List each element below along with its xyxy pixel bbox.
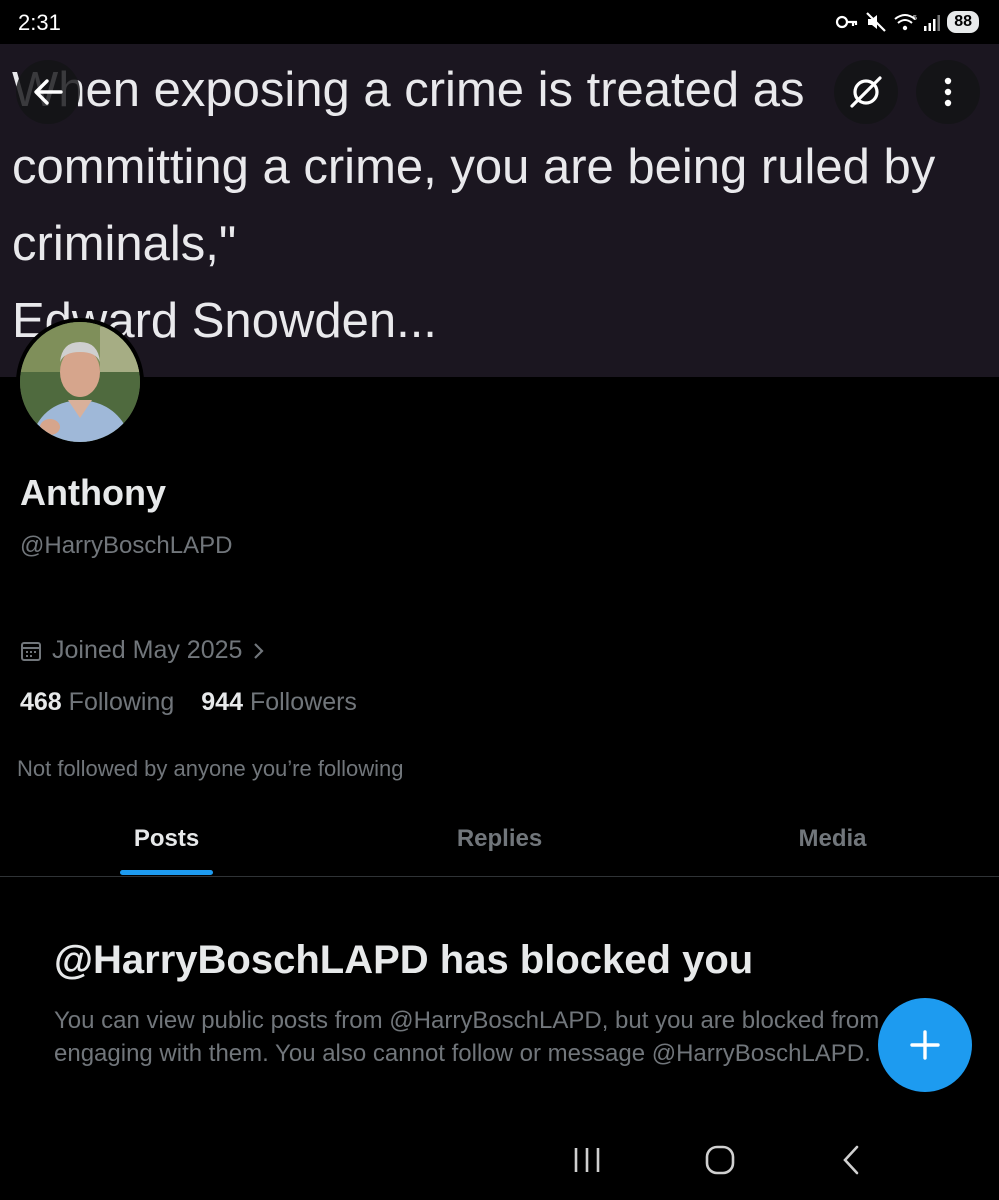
tab-media[interactable]: Media xyxy=(666,802,999,876)
plus-icon xyxy=(910,1030,940,1060)
following-link[interactable]: 468 Following xyxy=(20,688,174,717)
avatar-photo xyxy=(20,322,140,442)
vpn-key-icon xyxy=(836,15,858,29)
compose-button[interactable] xyxy=(878,998,972,1092)
followers-label: Followers xyxy=(249,688,357,716)
chevron-right-icon xyxy=(254,642,264,659)
grok-icon xyxy=(850,76,882,108)
back-button[interactable] xyxy=(16,60,80,124)
status-bar: 2:31 5 88 xyxy=(0,0,999,44)
joined-date-row[interactable]: Joined May 2025 xyxy=(20,636,266,665)
mutual-followers-note: Not followed by anyone you’re following xyxy=(17,756,404,781)
blocked-title: @HarryBoschLAPD has blocked you xyxy=(54,938,754,982)
profile-tabs: Posts Replies Media xyxy=(0,802,999,877)
tab-posts[interactable]: Posts xyxy=(0,802,333,876)
battery-icon: 88 xyxy=(947,11,979,33)
mute-icon xyxy=(866,12,886,32)
tab-replies[interactable]: Replies xyxy=(333,802,666,876)
system-back-icon[interactable] xyxy=(840,1144,862,1176)
follow-stats: 468 Following 944 Followers xyxy=(20,688,357,717)
followers-link[interactable]: 944 Followers xyxy=(201,688,357,717)
display-name: Anthony xyxy=(20,472,166,513)
svg-text:5: 5 xyxy=(913,15,917,22)
vertical-dots-icon xyxy=(944,77,952,107)
calendar-icon xyxy=(21,641,41,661)
status-time: 2:31 xyxy=(18,10,61,35)
recent-apps-icon[interactable] xyxy=(572,1146,602,1174)
blocked-description: You can view public posts from @HarryBos… xyxy=(54,1007,880,1067)
system-navigation-bar xyxy=(0,1118,999,1200)
grok-button[interactable] xyxy=(834,60,898,124)
joined-date-text: Joined May 2025 xyxy=(52,636,243,664)
wifi-icon: 5 xyxy=(894,14,917,31)
user-handle: @HarryBoschLAPD xyxy=(20,532,233,559)
home-icon[interactable] xyxy=(704,1144,736,1176)
avatar[interactable] xyxy=(16,318,144,446)
following-count: 468 xyxy=(20,688,62,716)
followers-count: 944 xyxy=(201,688,243,716)
status-icons: 5 88 xyxy=(835,10,979,34)
more-options-button[interactable] xyxy=(916,60,980,124)
active-tab-indicator xyxy=(120,870,213,875)
arrow-left-icon xyxy=(34,79,63,105)
following-label: Following xyxy=(68,688,175,716)
signal-icon xyxy=(924,15,941,31)
